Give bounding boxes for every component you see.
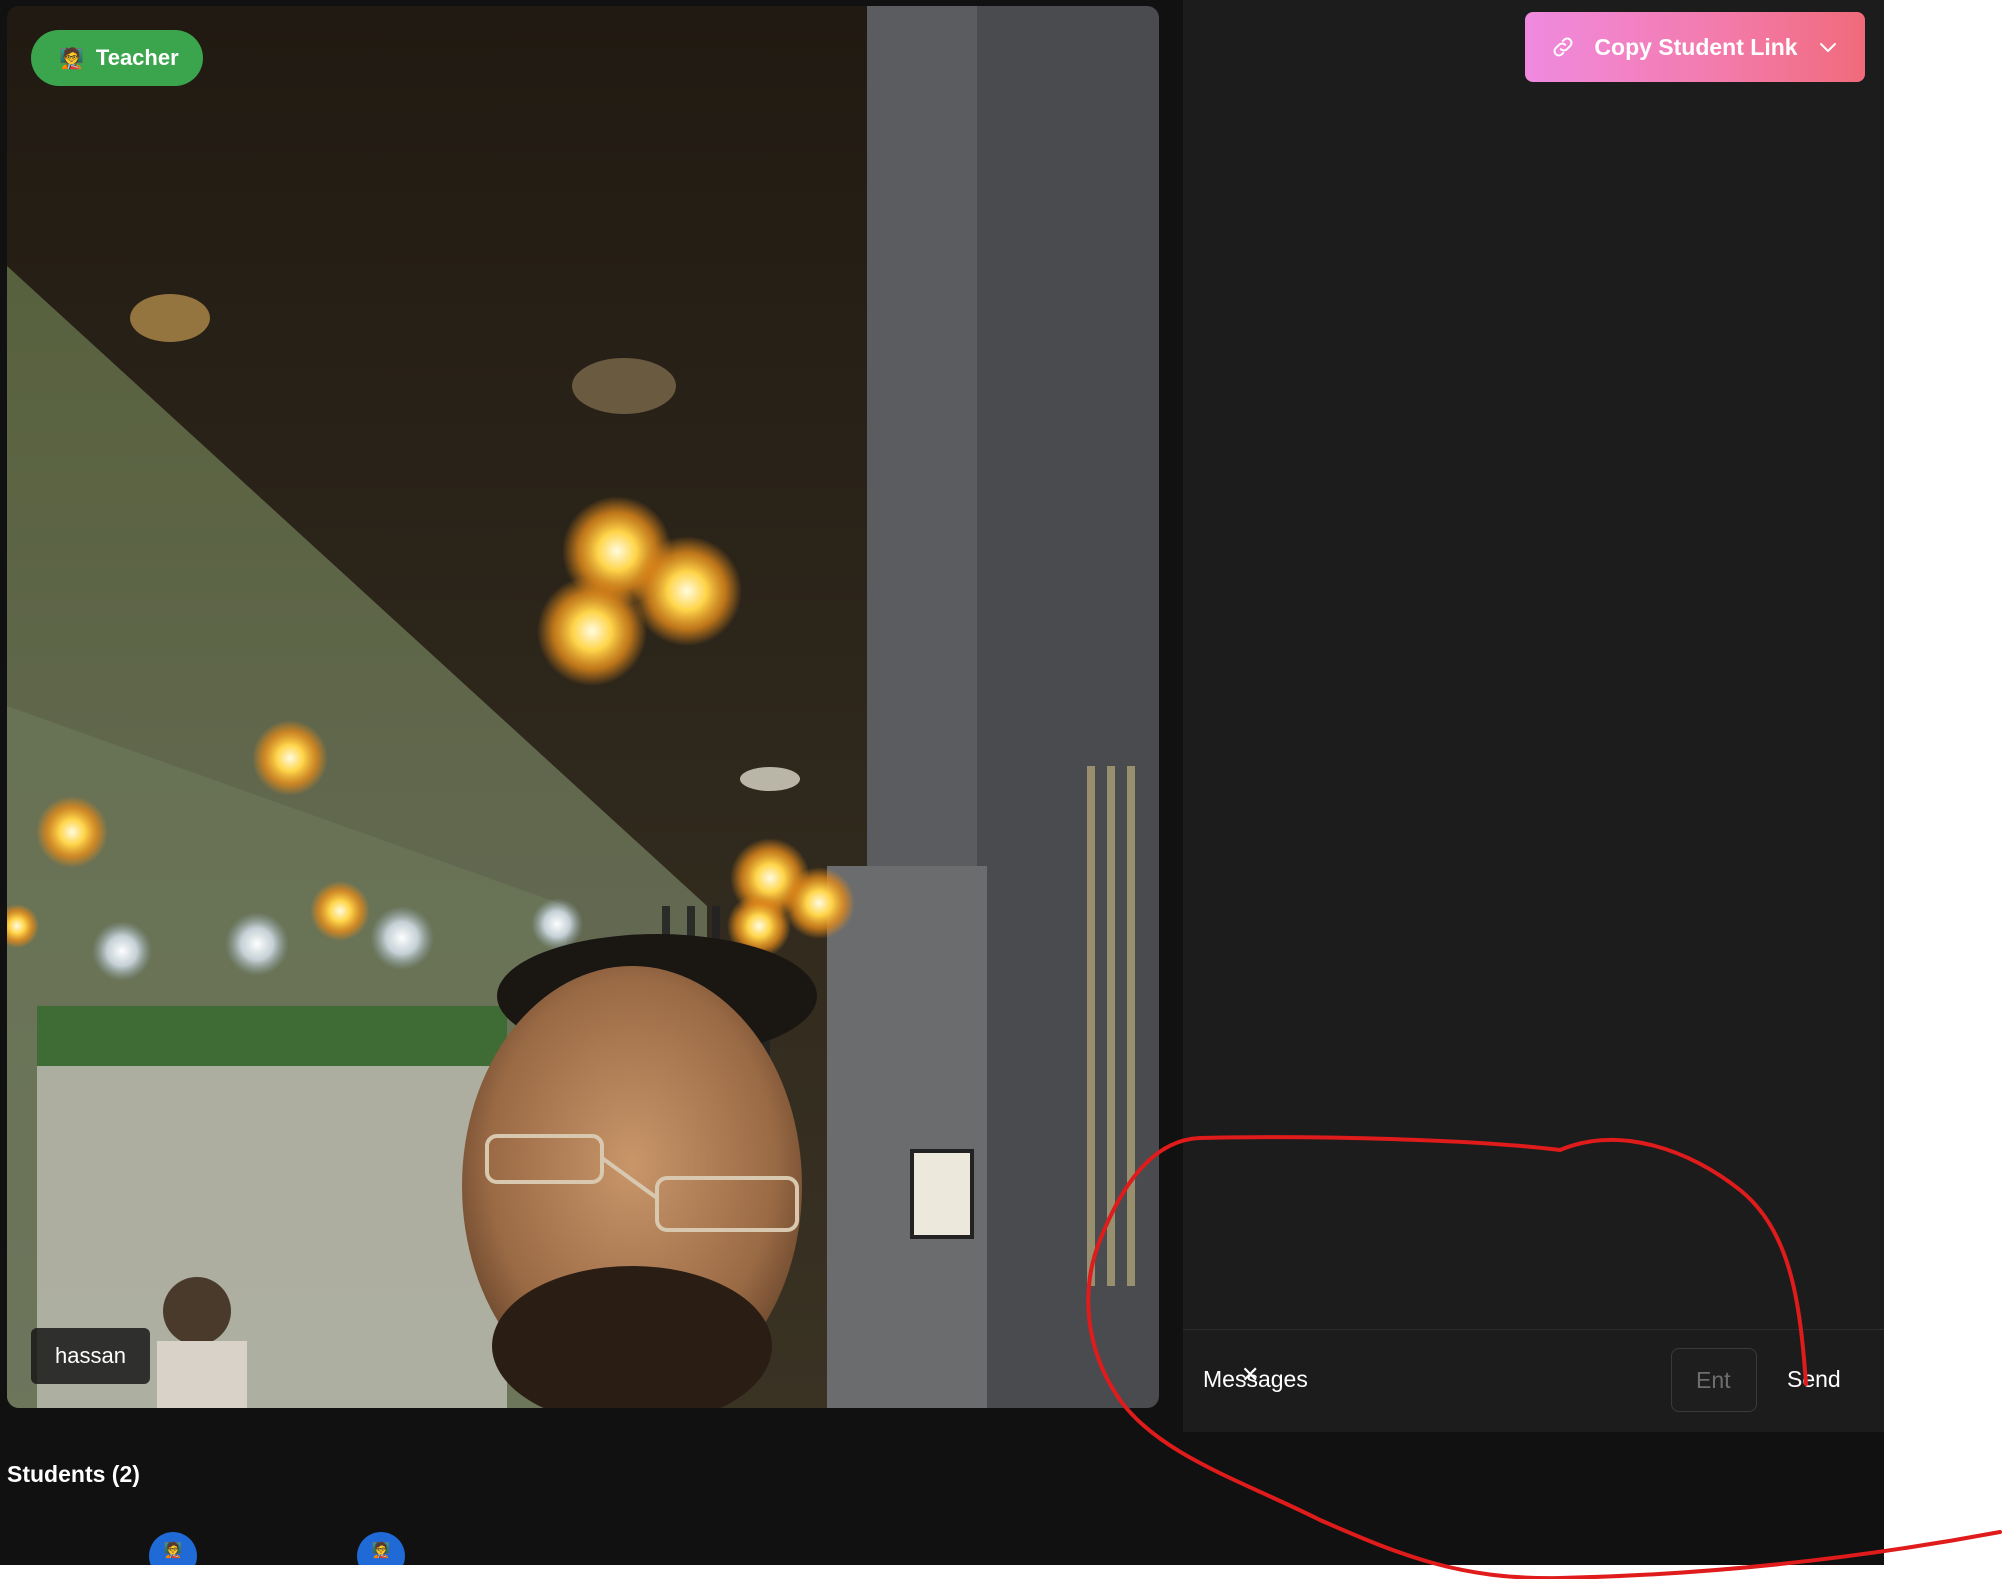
student-avatar[interactable]: 🧑‍🏫 [149,1532,197,1565]
chat-panel: Copy Student Link Messages ✕ Send [1183,0,1884,1432]
teacher-video-tile: 🧑‍🏫 Teacher hassan [7,6,1159,1408]
message-input[interactable] [1671,1348,1757,1412]
send-button[interactable]: Send [1783,1360,1845,1399]
student-avatar-icon: 🧑‍🏫 [163,1542,183,1559]
participant-name-tag: hassan [31,1328,150,1384]
teacher-role-badge: 🧑‍🏫 Teacher [31,30,203,86]
chevron-down-icon[interactable] [1816,35,1840,59]
classroom-app: 🧑‍🏫 Teacher hassan Copy Student Link Mes… [0,0,1884,1565]
close-icon[interactable]: ✕ [1241,1362,1259,1388]
role-badge-label: Teacher [95,45,179,70]
copy-link-label: Copy Student Link [1594,33,1798,60]
students-heading: Students (2) [7,1461,140,1487]
chat-input-bar: Messages ✕ Send [1183,1329,1884,1432]
teacher-icon: 🧑‍🏫 [59,47,84,70]
copy-student-link-button[interactable]: Copy Student Link [1525,12,1865,82]
participant-name: hassan [55,1343,126,1368]
link-icon [1553,37,1573,57]
camera-feed [7,6,1159,1408]
student-avatar-icon: 🧑‍🏫 [371,1542,391,1559]
student-avatar[interactable]: 🧑‍🏫 [357,1532,405,1565]
